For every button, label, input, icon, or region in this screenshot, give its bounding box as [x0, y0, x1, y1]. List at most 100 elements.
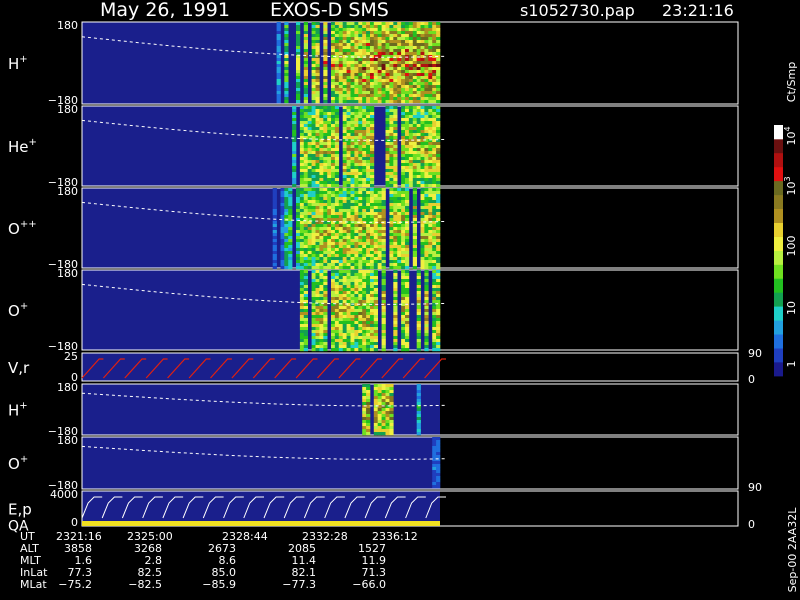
heatmap-cell — [397, 85, 402, 89]
heatmap-cell — [299, 200, 305, 204]
heatmap-cell — [303, 221, 308, 225]
heatmap-cell — [342, 97, 347, 101]
heatmap-cell — [424, 181, 429, 185]
heatmap-cell — [319, 345, 324, 349]
heatmap-cell — [401, 348, 406, 352]
heatmap-cell — [350, 82, 355, 86]
heatmap-cell — [436, 88, 441, 92]
heatmap-cell — [416, 184, 421, 188]
heatmap-cell — [354, 151, 359, 155]
heatmap-cell — [405, 154, 410, 158]
heatmap-cell — [299, 330, 305, 334]
heatmap-cell — [334, 245, 340, 249]
heatmap-cell — [327, 254, 332, 258]
heatmap-cell — [303, 109, 308, 113]
heatmap-cell — [373, 248, 378, 252]
heatmap-cell — [327, 218, 332, 222]
heatmap-cell — [346, 76, 351, 80]
heatmap-cell — [401, 61, 406, 65]
heatmap-cell — [307, 236, 312, 240]
heatmap-cell — [311, 139, 316, 143]
heatmap-cell — [334, 336, 340, 340]
heatmap-cell — [436, 127, 441, 131]
heatmap-cell — [424, 73, 429, 77]
heatmap-cell — [334, 233, 340, 237]
heatmap-cell — [303, 130, 308, 134]
heatmap-cell — [370, 73, 375, 77]
heatmap-cell — [385, 64, 390, 68]
heatmap-cell — [354, 124, 359, 128]
heatmap-cell — [389, 206, 394, 210]
heatmap-cell — [416, 88, 421, 92]
heatmap-cell — [327, 127, 332, 131]
heatmap-cell — [319, 203, 324, 207]
heatmap-cell — [303, 166, 308, 170]
heatmap-cell — [296, 49, 301, 53]
heatmap-cell — [420, 148, 425, 152]
heatmap-cell — [405, 197, 410, 201]
heatmap-cell — [288, 230, 293, 234]
heatmap-cell — [358, 79, 363, 83]
heatmap-cell — [389, 91, 394, 95]
heatmap-cell — [420, 70, 425, 74]
heatmap-cell — [331, 118, 336, 122]
heatmap-cell — [420, 230, 425, 234]
heatmap-cell — [389, 133, 394, 137]
heatmap-cell — [303, 230, 308, 234]
heatmap-cell — [381, 260, 386, 264]
heatmap-cell — [377, 233, 382, 237]
heatmap-cell — [432, 34, 437, 38]
heatmap-cell — [393, 100, 398, 104]
heatmap-cell — [288, 215, 293, 219]
heatmap-cell — [424, 279, 429, 283]
heatmap-cell — [334, 37, 340, 41]
heatmap-cell — [424, 273, 429, 277]
heatmap-cell — [315, 121, 320, 125]
heatmap-cell — [315, 309, 320, 313]
heatmap-cell — [366, 73, 371, 77]
heatmap-cell — [428, 236, 433, 240]
heatmap-cell — [362, 31, 367, 35]
heatmap-cell — [428, 40, 433, 44]
heatmap-cell — [334, 266, 340, 270]
heatmap-cell — [331, 28, 336, 32]
heatmap-cell — [389, 76, 394, 80]
heatmap-cell — [420, 124, 425, 128]
heatmap-cell — [331, 151, 336, 155]
heatmap-cell — [323, 181, 328, 185]
heatmap-cell — [323, 160, 328, 164]
heatmap-cell — [327, 175, 332, 179]
panel-data-bg-2 — [82, 188, 440, 268]
heatmap-cell — [346, 52, 351, 56]
heatmap-cell — [366, 200, 371, 204]
colorbar-swatch — [774, 236, 783, 251]
heatmap-cell — [331, 254, 336, 258]
heatmap-cell — [323, 64, 328, 68]
heatmap-cell — [401, 124, 406, 128]
heatmap-cell — [366, 115, 371, 119]
heatmap-cell — [436, 282, 441, 286]
heatmap-cell — [342, 61, 347, 65]
heatmap-cell — [373, 239, 378, 243]
heatmap-cell — [319, 266, 324, 270]
heatmap-cell — [385, 396, 390, 400]
heatmap-cell — [416, 402, 421, 406]
heatmap-cell — [350, 254, 355, 258]
heatmap-cell — [350, 324, 355, 328]
heatmap-cell — [393, 184, 398, 188]
heatmap-cell — [393, 157, 398, 161]
heatmap-cell — [401, 270, 406, 274]
heatmap-cell — [373, 64, 378, 68]
heatmap-cell — [323, 245, 328, 249]
heatmap-cell — [436, 440, 441, 444]
heatmap-cell — [393, 203, 398, 207]
heatmap-cell — [323, 70, 328, 74]
heatmap-cell — [350, 52, 355, 56]
heatmap-cell — [311, 318, 316, 322]
heatmap-cell — [334, 79, 340, 83]
heatmap-cell — [303, 282, 308, 286]
heatmap-cell — [385, 37, 390, 41]
heatmap-cell — [420, 257, 425, 261]
heatmap-cell — [381, 266, 386, 270]
heatmap-cell — [373, 390, 378, 394]
